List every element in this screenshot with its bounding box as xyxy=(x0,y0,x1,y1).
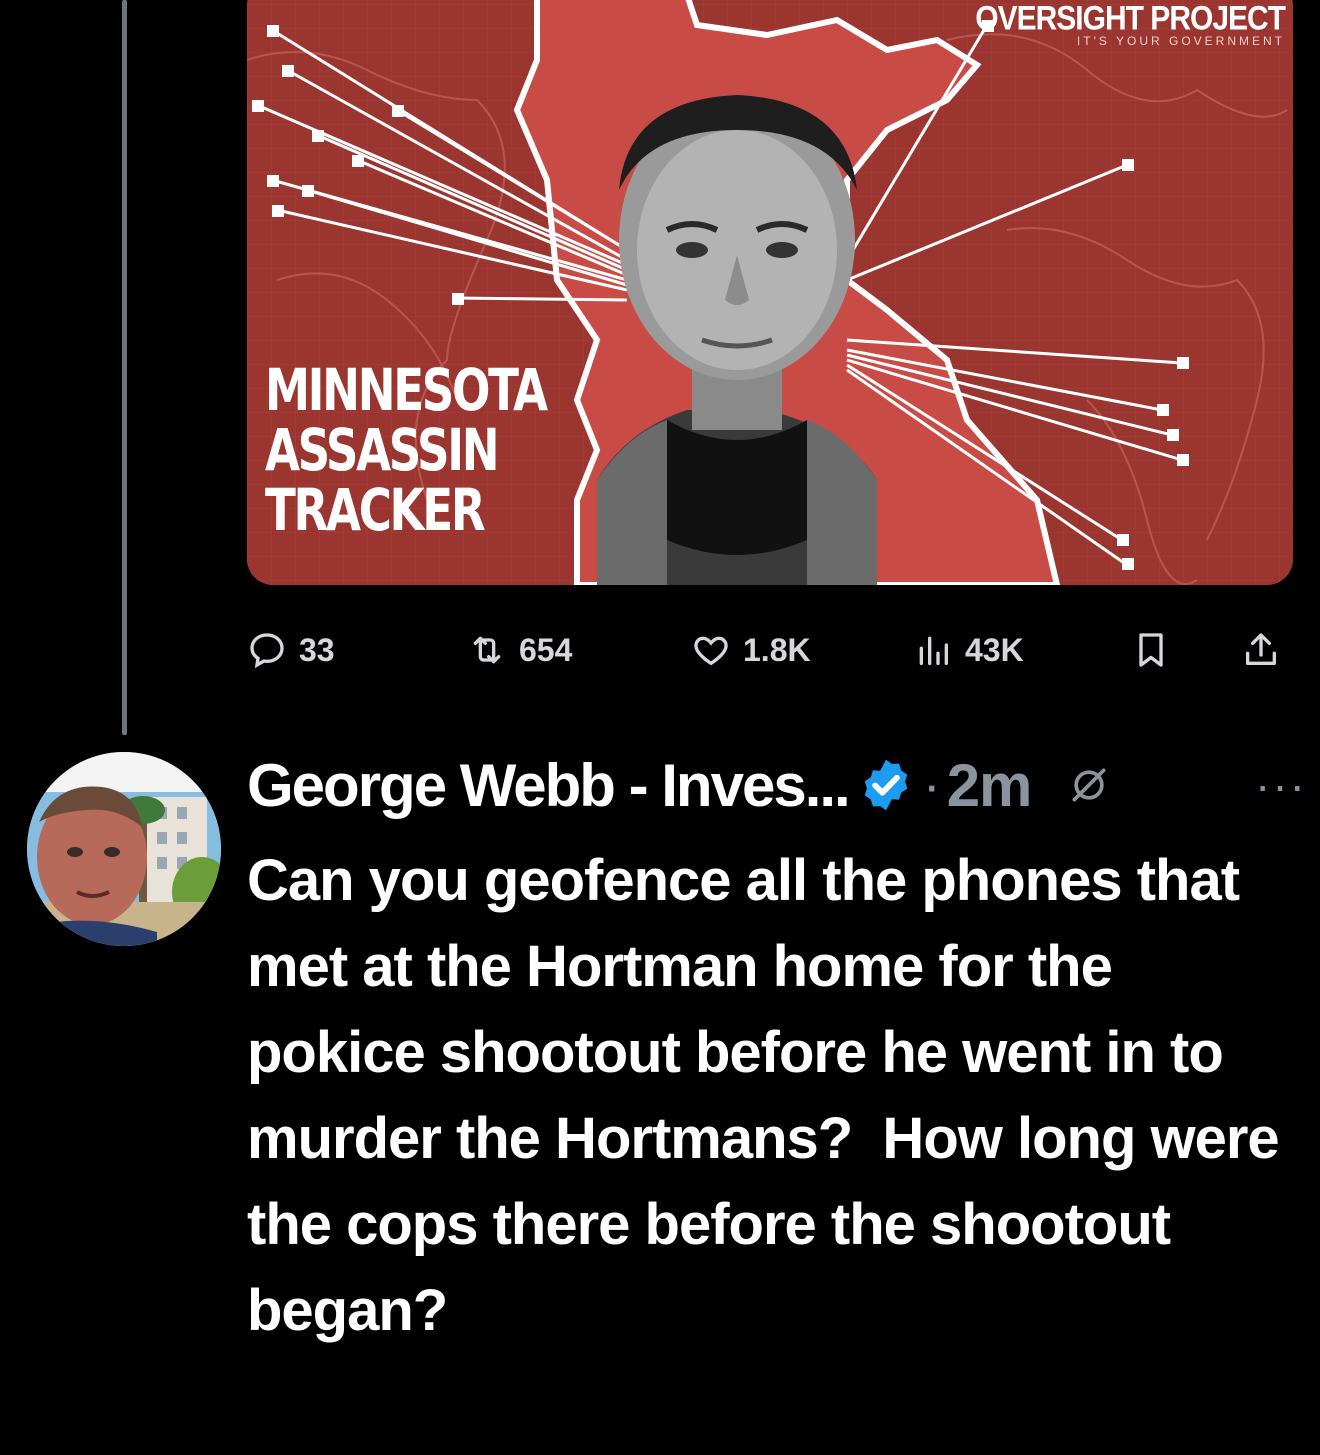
retweet-count: 654 xyxy=(519,631,573,668)
avatar[interactable] xyxy=(27,752,221,946)
media-title-line: MINNESOTA xyxy=(265,356,548,424)
bookmark-icon xyxy=(1139,633,1163,667)
brand-name: OVERSIGHT PROJECT xyxy=(975,0,1286,38)
media-title-line: ASSASSIN xyxy=(265,416,500,484)
separator-dot: · xyxy=(922,755,941,815)
media-title: MINNESOTA ASSASSIN TRACKER xyxy=(265,356,548,544)
reply-button[interactable]: 33 xyxy=(247,622,335,678)
like-button[interactable]: 1.8K xyxy=(691,622,811,678)
share-button[interactable] xyxy=(1241,622,1281,678)
avatar-photo xyxy=(27,752,221,946)
share-icon xyxy=(1246,633,1276,665)
retweet-button[interactable]: 654 xyxy=(467,622,572,678)
tweet-header: George Webb - Inves... · 2m ··· xyxy=(247,750,1307,820)
brand-logo: OVERSIGHT PROJECT IT'S YOUR GOVERNMENT xyxy=(975,0,1286,48)
media-title-line: TRACKER xyxy=(265,476,486,544)
tweet-media-image[interactable]: OVERSIGHT PROJECT IT'S YOUR GOVERNMENT M… xyxy=(247,0,1293,585)
bookmark-button[interactable] xyxy=(1131,622,1171,678)
more-icon[interactable]: ··· xyxy=(1255,758,1307,812)
reply-count: 33 xyxy=(299,631,335,668)
views-button[interactable]: 43K xyxy=(913,622,1024,678)
views-icon xyxy=(919,636,948,665)
views-count: 43K xyxy=(965,631,1024,668)
reply-icon xyxy=(250,633,284,669)
like-count: 1.8K xyxy=(743,631,811,668)
retweet-icon xyxy=(473,636,501,664)
tweet-text: Can you geofence all the phones that met… xyxy=(247,848,1294,1343)
tweet-timestamp[interactable]: 2m xyxy=(947,751,1033,820)
muted-icon[interactable] xyxy=(1067,763,1111,807)
author-name[interactable]: George Webb - Inves... xyxy=(247,751,851,820)
verified-badge-icon xyxy=(864,759,907,811)
thread-line xyxy=(122,0,127,735)
like-icon xyxy=(694,636,728,666)
tweet-action-bar: 33 654 1.8K 43K xyxy=(247,622,1293,678)
